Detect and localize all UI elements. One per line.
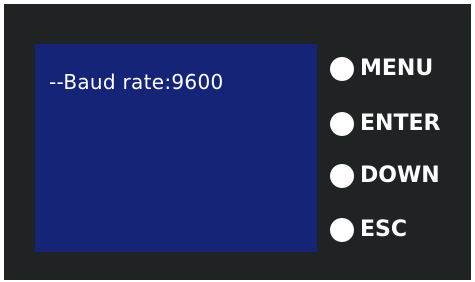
- enter-button-label: ENTER: [360, 111, 441, 136]
- esc-button-circle-icon[interactable]: [330, 218, 354, 242]
- esc-button[interactable]: ESC: [330, 218, 407, 242]
- menu-button[interactable]: MENU: [330, 57, 433, 81]
- lcd-screen: --Baud rate:9600: [35, 44, 317, 252]
- down-button-circle-icon[interactable]: [330, 164, 354, 188]
- down-button-label: DOWN: [360, 163, 440, 188]
- menu-button-circle-icon[interactable]: [330, 57, 354, 81]
- menu-button-label: MENU: [360, 56, 434, 81]
- down-button[interactable]: DOWN: [330, 164, 440, 188]
- lcd-display-text: --Baud rate:9600: [49, 70, 224, 94]
- device-panel: --Baud rate:9600 MENU ENTER DOWN ESC: [4, 4, 471, 280]
- enter-button[interactable]: ENTER: [330, 112, 440, 136]
- esc-button-label: ESC: [360, 217, 408, 242]
- enter-button-circle-icon[interactable]: [330, 112, 354, 136]
